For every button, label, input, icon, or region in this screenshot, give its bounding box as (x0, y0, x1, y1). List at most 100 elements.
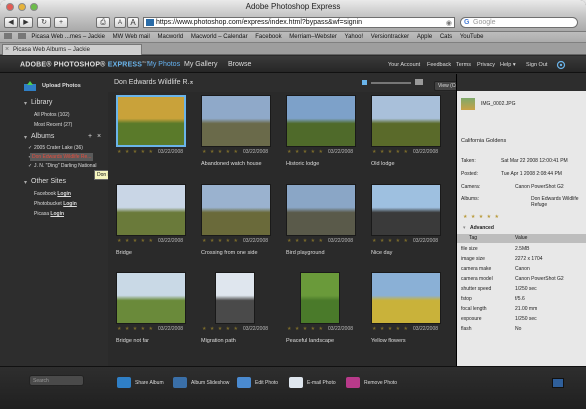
rating-stars[interactable]: ★ ★ ★ ★ ★ (287, 238, 324, 244)
rating-stars[interactable]: ★ ★ ★ ★ ★ (117, 326, 154, 332)
your-account-link[interactable]: Your Account (388, 62, 420, 68)
photo-caption[interactable]: Old lodge (371, 161, 395, 167)
photo-tile[interactable]: ★ ★ ★ ★ ★ 03/22/2008 Bridge not far (108, 269, 188, 357)
forward-button[interactable]: ▶ (19, 17, 33, 28)
zoom-slider[interactable] (371, 82, 411, 84)
other-sites-collapse-icon[interactable]: ▾ (24, 179, 27, 186)
photo-tile[interactable]: ★ ★ ★ ★ ★ 03/22/2008 Bridge (108, 181, 188, 269)
print-button[interactable]: ⎙ (96, 17, 110, 28)
text-larger-button[interactable]: A (127, 17, 139, 28)
photo-tile[interactable]: ★ ★ ★ ★ ★ 03/22/2008 Migration path (193, 269, 273, 357)
nav-browse[interactable]: Browse (228, 61, 251, 68)
photobucket-login-link[interactable]: Login (63, 201, 77, 207)
email-photo-button[interactable]: E-mail Photo (289, 377, 336, 388)
photo-tile[interactable]: ★ ★ ★ ★ ★ 03/22/2008 Yellow flowers (363, 269, 443, 357)
nav-my-photos[interactable]: My Photos (147, 61, 180, 68)
photo-thumbnail[interactable] (286, 95, 356, 147)
help-menu[interactable]: Help ▾ (500, 62, 516, 68)
bookmark-item[interactable]: Cats (440, 32, 452, 42)
bookmark-item[interactable]: Yahoo! (345, 32, 364, 42)
photo-thumbnail[interactable] (286, 184, 356, 236)
rating-stars[interactable]: ★ ★ ★ ★ ★ (372, 149, 409, 155)
rating-stars[interactable]: ★ ★ ★ ★ ★ (202, 326, 239, 332)
photo-thumbnail[interactable] (371, 184, 441, 236)
bookmark-item[interactable]: Apple (417, 32, 432, 42)
edit-photo-button[interactable]: Edit Photo (237, 377, 278, 388)
albums-collapse-icon[interactable]: ▾ (24, 134, 27, 141)
bookmark-item[interactable]: Facebook (255, 32, 281, 42)
google-search-field[interactable]: G Google (460, 17, 578, 28)
sidebar-album-don-edwards[interactable]: Don Edwards Wildlife Re... (30, 153, 94, 161)
rating-stars[interactable]: ★ ★ ★ ★ ★ (202, 238, 239, 244)
fullscreen-icon[interactable] (552, 378, 564, 388)
photo-thumbnail[interactable] (300, 272, 340, 324)
photo-caption[interactable]: Migration path (201, 338, 236, 344)
photo-thumbnail[interactable] (371, 272, 441, 324)
zoom-window-button[interactable] (30, 3, 38, 11)
tag-column-header[interactable]: Tag (469, 234, 477, 243)
check-icon[interactable]: ✓ (28, 163, 32, 169)
bookmark-item[interactable]: MW Web mail (113, 32, 150, 42)
photo-caption[interactable]: Abandoned watch house (201, 161, 262, 167)
bookmark-item[interactable]: Merriam–Webster (289, 32, 337, 42)
photo-thumbnail[interactable] (215, 272, 255, 324)
photo-thumbnail[interactable] (201, 95, 271, 147)
share-album-button[interactable]: Share Album (117, 377, 164, 388)
small-thumb-icon[interactable] (362, 80, 367, 85)
photo-caption[interactable]: Peaceful landscape (286, 338, 334, 344)
bookmark-item[interactable]: Macworld (158, 32, 184, 42)
check-icon[interactable]: ✓ (28, 145, 32, 151)
rating-stars[interactable]: ★ ★ ★ ★ ★ (372, 238, 409, 244)
value-column-header[interactable]: Value (515, 234, 527, 243)
remove-photo-button[interactable]: Remove Photo (346, 377, 397, 388)
photo-caption[interactable]: Bird playground (286, 250, 325, 256)
bookmark-item[interactable]: Versiontracker (371, 32, 409, 42)
rating-stars[interactable]: ★ ★ ★ ★ ★ (463, 214, 500, 220)
back-button[interactable]: ◀ (4, 17, 18, 28)
upload-photos-button[interactable]: Upload Photos (0, 74, 108, 98)
chevron-down-icon[interactable]: ▾ (190, 79, 193, 86)
privacy-link[interactable]: Privacy (477, 62, 495, 68)
adobe-icon[interactable] (556, 60, 566, 70)
rating-stars[interactable]: ★ ★ ★ ★ ★ (287, 149, 324, 155)
rss-icon[interactable]: ◉ (446, 19, 452, 27)
top-sites-icon[interactable] (17, 33, 26, 40)
photo-tile[interactable]: ★ ★ ★ ★ ★ 03/22/2008 (108, 92, 188, 180)
rating-stars[interactable]: ★ ★ ★ ★ ★ (202, 149, 239, 155)
photo-thumbnail[interactable] (116, 184, 186, 236)
minimize-window-button[interactable] (18, 3, 26, 11)
photo-caption[interactable]: Bridge not far (116, 338, 149, 344)
sidebar-item-all-photos[interactable]: All Photos (102) (34, 112, 70, 118)
terms-link[interactable]: Terms (456, 62, 471, 68)
sidebar-item-most-recent[interactable]: Most Recent (27) (34, 122, 72, 128)
reload-button[interactable]: ↻ (37, 17, 51, 28)
photo-caption[interactable]: Yellow flowers (371, 338, 406, 344)
rating-stars[interactable]: ★ ★ ★ ★ ★ (287, 326, 324, 332)
rating-stars[interactable]: ★ ★ ★ ★ ★ (117, 238, 154, 244)
sidebar-album-ding-darling[interactable]: J. N. "Ding" Darling National (34, 163, 96, 169)
photo-caption[interactable]: Nice day (371, 250, 392, 256)
large-thumb-icon[interactable] (415, 79, 423, 85)
feedback-link[interactable]: Feedback (427, 62, 451, 68)
add-bookmark-button[interactable]: + (54, 17, 68, 28)
nav-my-gallery[interactable]: My Gallery (184, 61, 217, 68)
facebook-login-link[interactable]: Login (57, 191, 71, 197)
browser-tab[interactable]: × Picasa Web Albums – Jackie (2, 44, 142, 55)
bookmark-item[interactable]: YouTube (460, 32, 484, 42)
photo-title[interactable]: California Goldens (461, 138, 506, 144)
photo-tile[interactable]: ★ ★ ★ ★ ★ 03/22/2008 Old lodge (363, 92, 443, 180)
delete-album-icon[interactable]: × (97, 133, 101, 140)
photo-caption[interactable]: Crossing from one side (201, 250, 258, 256)
picasa-login-link[interactable]: Login (50, 211, 64, 217)
address-bar[interactable]: https://www.photoshop.com/express/index.… (143, 17, 455, 28)
rating-stars[interactable]: ★ ★ ★ ★ ★ (372, 326, 409, 332)
tab-close-icon[interactable]: × (5, 45, 9, 55)
advanced-toggle[interactable]: Advanced (470, 225, 494, 231)
bookmark-item[interactable]: Picasa Web ...mes – Jackie (31, 32, 105, 42)
photo-thumbnail[interactable] (371, 95, 441, 147)
photo-thumbnail[interactable] (116, 272, 186, 324)
photo-thumbnail[interactable] (201, 184, 271, 236)
photo-tile[interactable]: ★ ★ ★ ★ ★ 03/22/2008 Peaceful landscape (278, 269, 358, 357)
selected-photo-thumbnail[interactable] (461, 98, 475, 110)
sign-out-link[interactable]: Sign Out (526, 62, 547, 68)
